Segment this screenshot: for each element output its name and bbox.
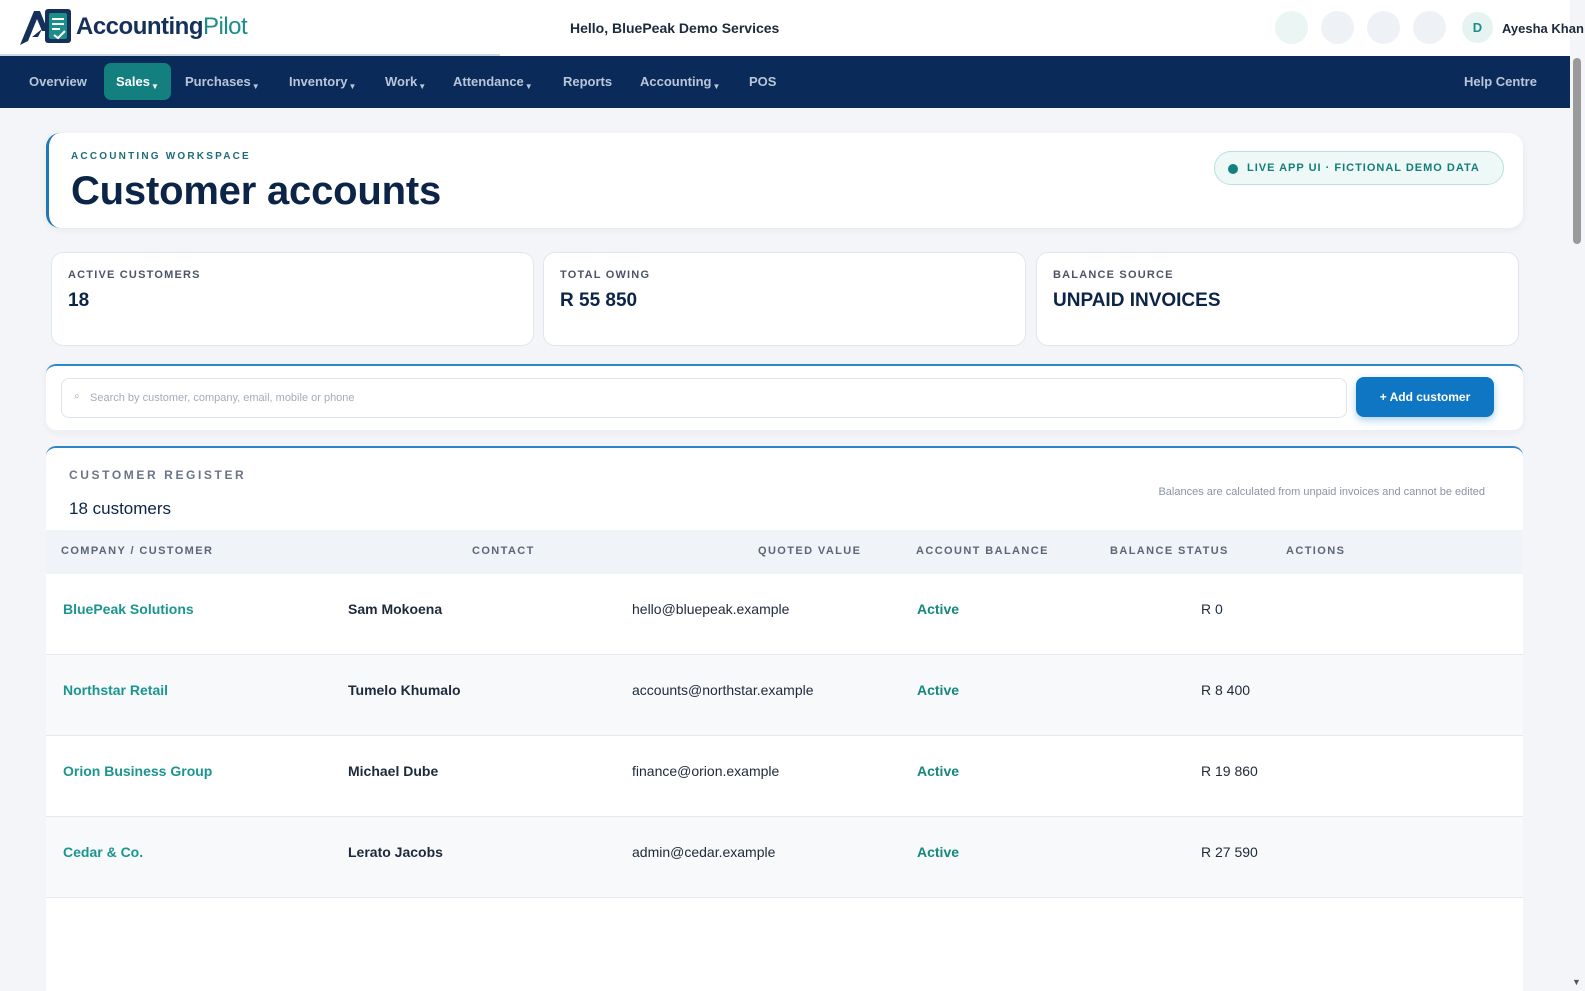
table-row[interactable]: Cedar & Co. Lerato Jacobs admin@cedar.ex… — [46, 817, 1523, 898]
contact-name: Sam Mokoena — [348, 601, 443, 617]
notifications-icon[interactable] — [1275, 11, 1308, 44]
logo-icon — [18, 7, 74, 47]
chevron-down-icon: ▼ — [348, 82, 357, 91]
account-balance: R 19 860 — [1201, 763, 1258, 779]
page-title: Customer accounts — [71, 169, 442, 213]
stat-active-customers: ACTIVE CUSTOMERS 18 — [51, 252, 534, 346]
company-link[interactable]: Northstar Retail — [63, 682, 168, 698]
nav-work[interactable]: Work▼ — [385, 74, 426, 91]
contact-email: finance@orion.example — [632, 763, 780, 779]
page-scrollbar[interactable]: ▼ — [1570, 56, 1585, 991]
customer-register: CUSTOMER REGISTER 18 customers Balances … — [46, 446, 1523, 991]
contact-name: Lerato Jacobs — [348, 844, 443, 860]
contact-name: Tumelo Khumalo — [348, 682, 461, 698]
top-header: AccountingPilot Hello, BluePeak Demo Ser… — [0, 0, 1584, 56]
customer-count: 18 customers — [69, 499, 172, 518]
header-actions — [1275, 11, 1446, 44]
nav-inventory[interactable]: Inventory▼ — [289, 74, 356, 91]
company-link[interactable]: Cedar & Co. — [63, 844, 143, 860]
company-link[interactable]: BluePeak Solutions — [63, 601, 194, 617]
contact-email: admin@cedar.example — [632, 844, 776, 860]
main-nav: Overview Sales▼ Purchases▼ Inventory▼ Wo… — [0, 56, 1570, 108]
nav-sales[interactable]: Sales▼ — [104, 63, 171, 100]
settings-icon[interactable] — [1413, 11, 1446, 44]
column-header[interactable]: BALANCE STATUS — [1110, 545, 1229, 557]
company-link[interactable]: Orion Business Group — [63, 763, 212, 779]
column-header[interactable]: CONTACT — [472, 545, 535, 557]
status-dot-icon — [1228, 164, 1238, 174]
stat-label: ACTIVE CUSTOMERS — [68, 269, 201, 281]
search-field[interactable]: ⌕ — [61, 378, 1347, 418]
contact-email: accounts@northstar.example — [632, 682, 814, 698]
status-badge: Active — [917, 682, 960, 698]
contact-email: hello@bluepeak.example — [632, 601, 790, 617]
column-header[interactable]: QUOTED VALUE — [758, 545, 861, 557]
page-eyebrow: ACCOUNTING WORKSPACE — [71, 151, 251, 162]
app-logo[interactable]: AccountingPilot — [18, 6, 248, 48]
chevron-down-icon: ▼ — [418, 82, 427, 91]
column-header: ACTIONS — [1286, 545, 1346, 557]
nav-overview[interactable]: Overview — [29, 74, 87, 89]
search-card: ⌕ + Add customer — [46, 364, 1523, 430]
apps-icon[interactable] — [1367, 11, 1400, 44]
contact-name: Michael Dube — [348, 763, 439, 779]
nav-purchases[interactable]: Purchases▼ — [185, 74, 260, 91]
table-header: COMPANY / CUSTOMER CONTACT QUOTED VALUE … — [46, 530, 1523, 574]
account-balance: R 0 — [1201, 601, 1223, 617]
scroll-down-arrow-icon[interactable]: ▼ — [1572, 977, 1581, 987]
stat-balance-source: BALANCE SOURCE UNPAID INVOICES — [1036, 252, 1519, 346]
stat-total-owing: TOTAL OWING R 55 850 — [543, 252, 1026, 346]
stat-label: TOTAL OWING — [560, 269, 651, 281]
stat-value: R 55 850 — [560, 290, 638, 311]
balance-note: Balances are calculated from unpaid invo… — [1158, 486, 1485, 498]
chevron-down-icon: ▼ — [712, 82, 721, 91]
messages-icon[interactable] — [1321, 11, 1354, 44]
chevron-down-icon: ▼ — [251, 82, 260, 91]
nav-pos[interactable]: POS — [749, 74, 776, 89]
stat-value: UNPAID INVOICES — [1053, 290, 1221, 311]
greeting-text: Hello, BluePeak Demo Services — [570, 20, 780, 36]
nav-reports[interactable]: Reports — [563, 74, 612, 89]
scrollbar-thumb[interactable] — [1573, 58, 1581, 244]
live-demo-badge: LIVE APP UI · FICTIONAL DEMO DATA — [1214, 151, 1504, 185]
account-balance: R 27 590 — [1201, 844, 1258, 860]
account-balance: R 8 400 — [1201, 682, 1251, 698]
nav-accounting[interactable]: Accounting▼ — [640, 74, 720, 91]
search-input[interactable] — [90, 387, 1330, 409]
add-customer-button[interactable]: + Add customer — [1356, 377, 1494, 417]
table-row[interactable]: Northstar Retail Tumelo Khumalo accounts… — [46, 655, 1523, 736]
stat-value: 18 — [68, 290, 90, 311]
status-badge: Active — [917, 601, 960, 617]
stat-label: BALANCE SOURCE — [1053, 269, 1174, 281]
user-name[interactable]: Ayesha Khan — [1502, 21, 1584, 36]
search-icon: ⌕ — [74, 391, 80, 402]
nav-attendance[interactable]: Attendance▼ — [453, 74, 533, 91]
chevron-down-icon: ▼ — [524, 82, 533, 91]
page-header-card: ACCOUNTING WORKSPACE Customer accounts L… — [46, 133, 1523, 228]
column-header[interactable]: ACCOUNT BALANCE — [916, 545, 1049, 557]
register-eyebrow: CUSTOMER REGISTER — [69, 468, 247, 482]
user-avatar[interactable]: D — [1462, 12, 1493, 43]
status-badge: Active — [917, 844, 960, 860]
status-badge: Active — [917, 763, 960, 779]
help-centre-link[interactable]: Help Centre — [1464, 74, 1537, 89]
column-header[interactable]: COMPANY / CUSTOMER — [61, 545, 213, 557]
logo-text: AccountingPilot — [76, 13, 248, 40]
table-row[interactable]: BluePeak Solutions Sam Mokoena hello@blu… — [46, 574, 1523, 655]
table-row[interactable]: Orion Business Group Michael Dube financ… — [46, 736, 1523, 817]
chevron-down-icon: ▼ — [150, 82, 159, 91]
